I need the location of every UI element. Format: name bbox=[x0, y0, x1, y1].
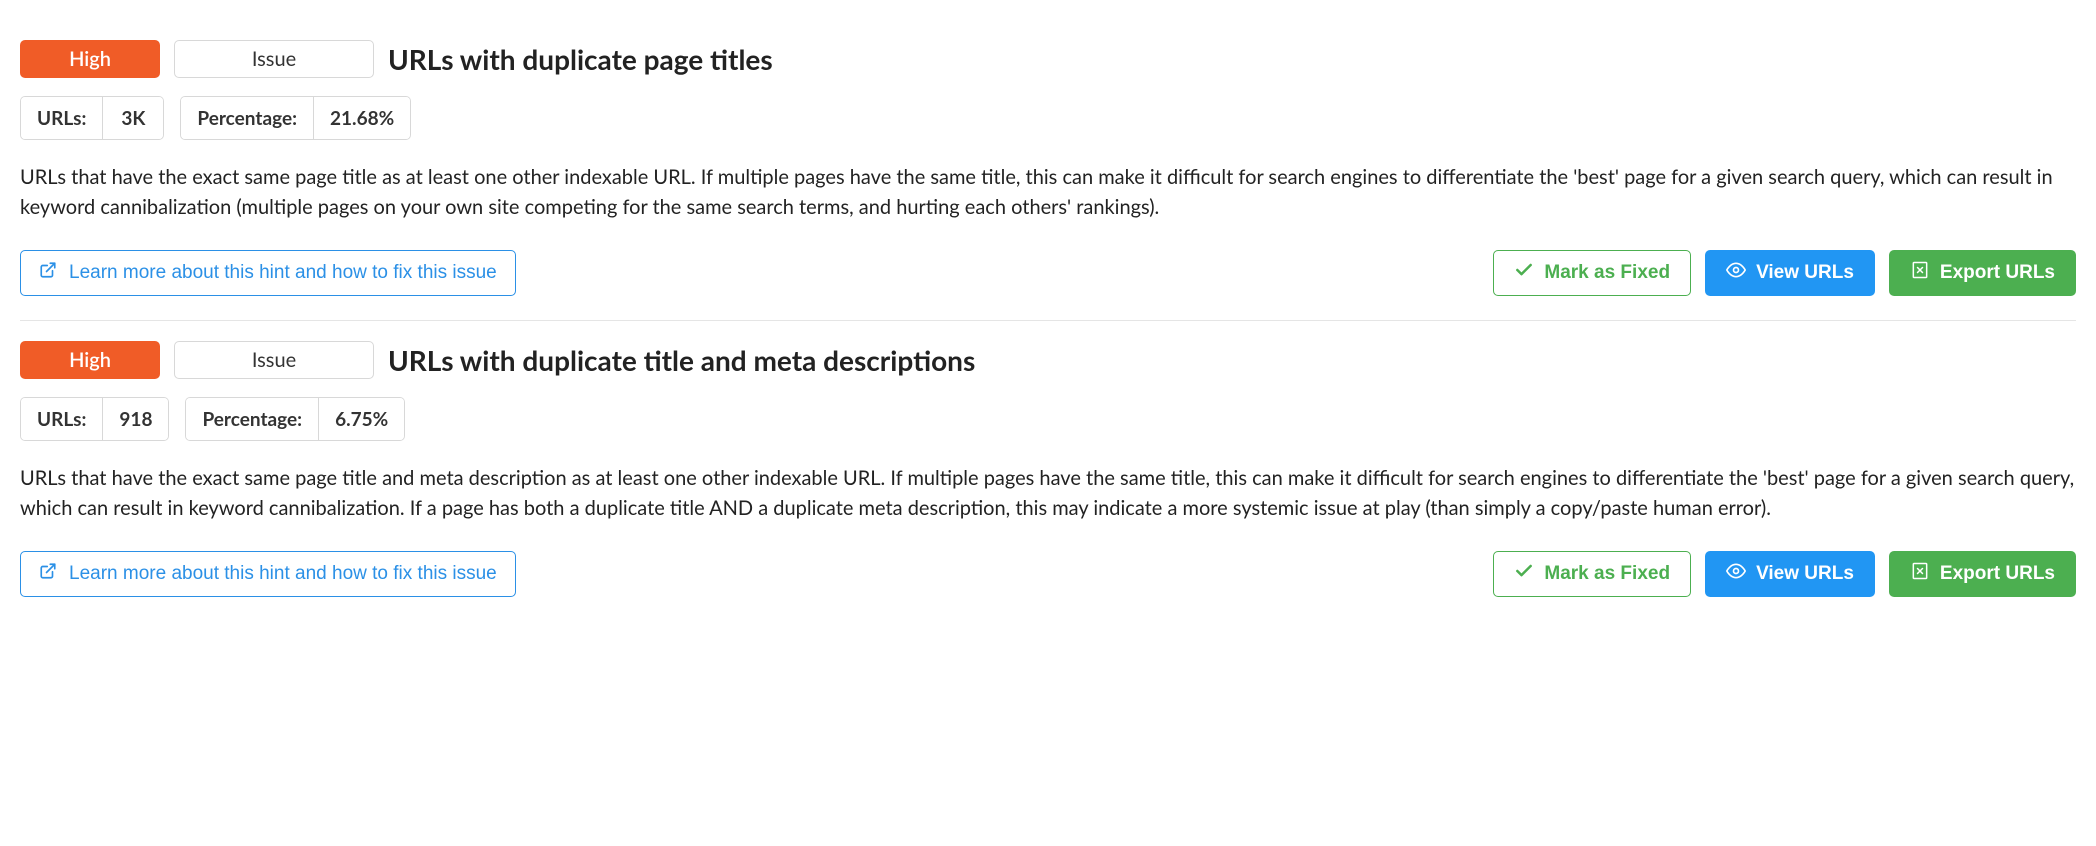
eye-icon bbox=[1726, 561, 1746, 587]
url-count-group: URLs: 3K bbox=[20, 96, 164, 140]
learn-more-label: Learn more about this hint and how to fi… bbox=[69, 262, 497, 284]
type-badge: Issue bbox=[174, 40, 374, 78]
mark-fixed-button[interactable]: Mark as Fixed bbox=[1493, 250, 1691, 296]
view-urls-button[interactable]: View URLs bbox=[1705, 250, 1875, 296]
excel-icon bbox=[1910, 260, 1930, 286]
url-count-value: 3K bbox=[103, 97, 163, 139]
check-icon bbox=[1514, 561, 1534, 587]
export-urls-button[interactable]: Export URLs bbox=[1889, 250, 2076, 296]
external-link-icon bbox=[39, 261, 57, 285]
percentage-value: 6.75% bbox=[319, 398, 404, 440]
url-count-label: URLs: bbox=[21, 398, 103, 440]
mark-fixed-button[interactable]: Mark as Fixed bbox=[1493, 551, 1691, 597]
stats-row: URLs: 918 Percentage: 6.75% bbox=[20, 397, 2076, 441]
type-badge: Issue bbox=[174, 341, 374, 379]
issue-block: High Issue URLs with duplicate page titl… bbox=[20, 20, 2076, 321]
external-link-icon bbox=[39, 562, 57, 586]
percentage-label: Percentage: bbox=[186, 398, 319, 440]
severity-badge: High bbox=[20, 341, 160, 379]
percentage-value: 21.68% bbox=[314, 97, 410, 139]
export-urls-label: Export URLs bbox=[1940, 262, 2055, 284]
actions-row: Learn more about this hint and how to fi… bbox=[20, 551, 2076, 597]
check-icon bbox=[1514, 260, 1534, 286]
actions-row: Learn more about this hint and how to fi… bbox=[20, 250, 2076, 296]
severity-badge: High bbox=[20, 40, 160, 78]
view-urls-label: View URLs bbox=[1756, 563, 1854, 585]
issue-block: High Issue URLs with duplicate title and… bbox=[20, 321, 2076, 621]
learn-more-button[interactable]: Learn more about this hint and how to fi… bbox=[20, 250, 516, 296]
issue-description: URLs that have the exact same page title… bbox=[20, 162, 2076, 222]
eye-icon bbox=[1726, 260, 1746, 286]
issue-title: URLs with duplicate page titles bbox=[388, 42, 773, 76]
mark-fixed-label: Mark as Fixed bbox=[1544, 262, 1670, 284]
url-count-value: 918 bbox=[103, 398, 168, 440]
issue-description: URLs that have the exact same page title… bbox=[20, 463, 2076, 523]
export-urls-button[interactable]: Export URLs bbox=[1889, 551, 2076, 597]
stats-row: URLs: 3K Percentage: 21.68% bbox=[20, 96, 2076, 140]
learn-more-label: Learn more about this hint and how to fi… bbox=[69, 563, 497, 585]
issue-title: URLs with duplicate title and meta descr… bbox=[388, 343, 975, 377]
issue-header-row: High Issue URLs with duplicate page titl… bbox=[20, 40, 2076, 78]
url-count-group: URLs: 918 bbox=[20, 397, 169, 441]
percentage-group: Percentage: 21.68% bbox=[180, 96, 411, 140]
right-actions: Mark as Fixed View URLs Export URLs bbox=[1493, 551, 2076, 597]
view-urls-button[interactable]: View URLs bbox=[1705, 551, 1875, 597]
percentage-group: Percentage: 6.75% bbox=[185, 397, 405, 441]
export-urls-label: Export URLs bbox=[1940, 563, 2055, 585]
view-urls-label: View URLs bbox=[1756, 262, 1854, 284]
learn-more-button[interactable]: Learn more about this hint and how to fi… bbox=[20, 551, 516, 597]
mark-fixed-label: Mark as Fixed bbox=[1544, 563, 1670, 585]
percentage-label: Percentage: bbox=[181, 97, 314, 139]
issue-header-row: High Issue URLs with duplicate title and… bbox=[20, 341, 2076, 379]
url-count-label: URLs: bbox=[21, 97, 103, 139]
right-actions: Mark as Fixed View URLs Export URLs bbox=[1493, 250, 2076, 296]
excel-icon bbox=[1910, 561, 1930, 587]
